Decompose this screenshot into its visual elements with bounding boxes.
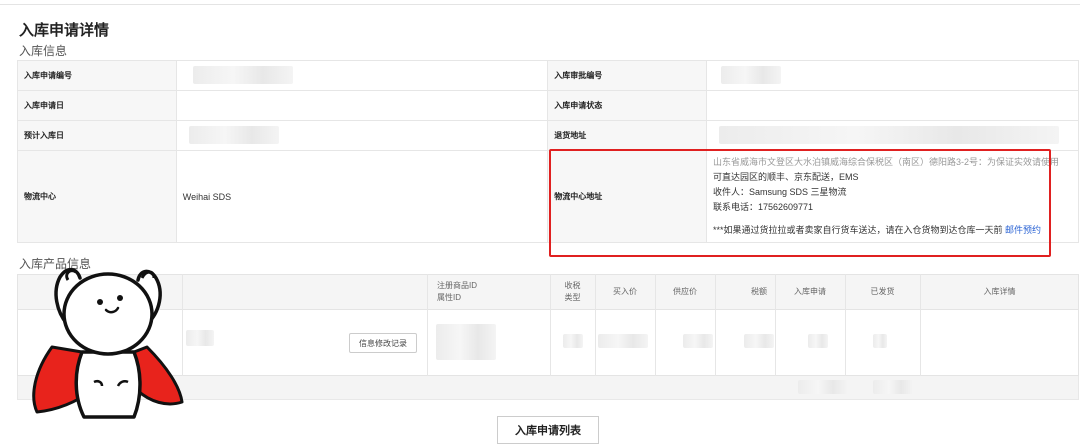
top-divider [0, 4, 1080, 5]
header-tax-type: 收税 类型 [564, 281, 581, 302]
header-supply-price: 供应价 [673, 287, 697, 296]
apply-date-value [175, 90, 549, 121]
expected-date-label: 预计入库日 [17, 120, 177, 151]
header-reg-id: 注册商品ID 属性ID [437, 281, 477, 302]
approval-no-value [706, 60, 1079, 91]
expected-date-value [175, 120, 549, 151]
header-tax: 税额 [751, 287, 767, 296]
header-detail: 入库详情 [983, 287, 1016, 296]
section-title-info: 入库信息 [19, 44, 68, 58]
center-value: Weihai SDS [175, 150, 549, 243]
apply-no-value [175, 60, 549, 91]
cartoon-sticker-icon [32, 267, 184, 419]
info-row: 预计入库日 退货地址 [17, 120, 1079, 151]
center-label: 物流中心 [17, 150, 177, 243]
apply-status-value [706, 90, 1079, 121]
header-apply: 入库申请 [794, 287, 826, 296]
col-divider [427, 274, 428, 376]
return-addr-value [706, 120, 1079, 151]
apply-date-label: 入库申请日 [17, 90, 177, 121]
page-title: 入库申请详情 [19, 22, 110, 39]
apply-status-label: 入库申请状态 [547, 90, 707, 121]
info-row: 入库申请编号 入库审批编号 [17, 60, 1079, 91]
apply-list-button[interactable]: 入库申请列表 [497, 416, 599, 444]
info-row: 入库申请日 入库申请状态 [17, 90, 1079, 121]
edit-history-button[interactable]: 信息修改记录 [349, 333, 417, 353]
approval-no-label: 入库审批编号 [547, 60, 707, 91]
return-addr-label: 退货地址 [547, 120, 707, 151]
apply-no-label: 入库申请编号 [17, 60, 177, 91]
header-shipped: 已发货 [870, 287, 895, 296]
header-buy-price: 买入价 [613, 287, 637, 296]
highlight-box [549, 149, 1051, 257]
